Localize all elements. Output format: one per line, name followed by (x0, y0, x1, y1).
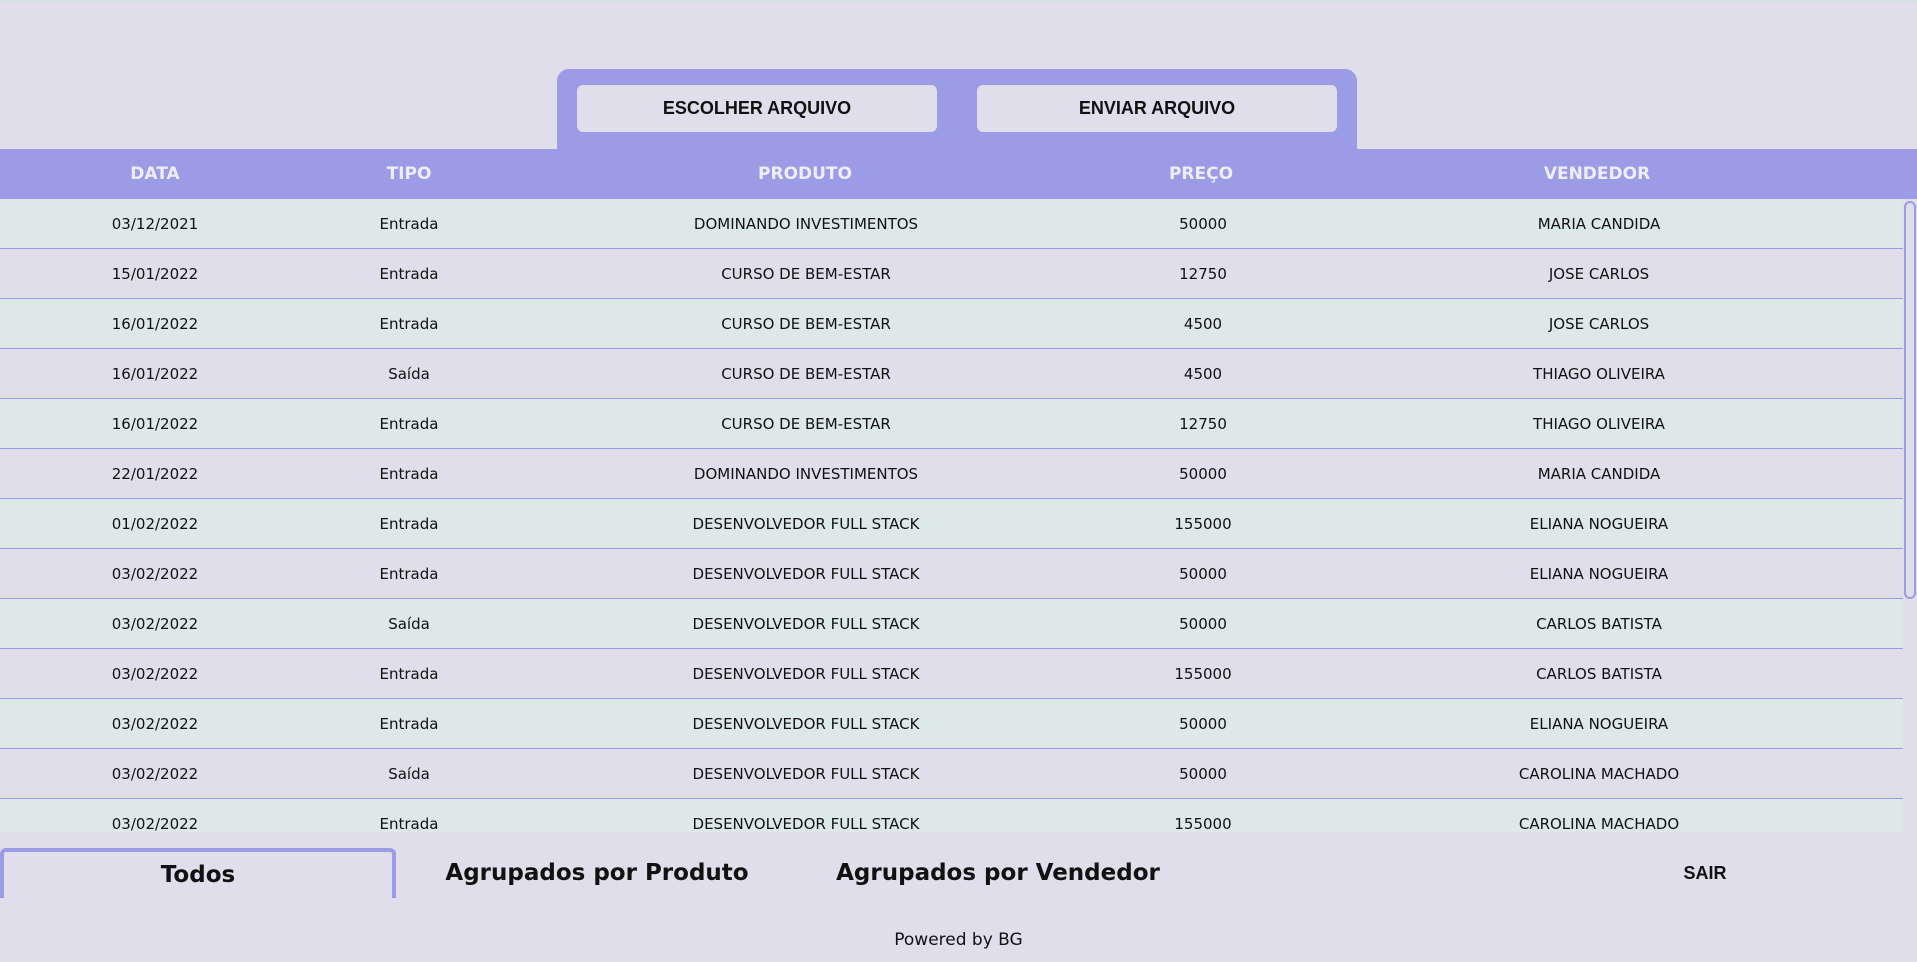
column-header-preco[interactable]: PREÇO (1169, 149, 1233, 199)
cell-tipo: Entrada (379, 814, 439, 833)
cell-data: 16/01/2022 (111, 314, 199, 333)
table-row[interactable]: 03/12/2021 Entrada DOMINANDO INVESTIMENTOS… (0, 199, 1903, 249)
table-row[interactable]: 16/01/2022 Entrada CURSO DE BEM-ESTAR 4500 J… (0, 299, 1903, 349)
cell-produto: DESENVOLVEDOR FULL STACK (692, 564, 920, 583)
cell-vendedor: THIAGO OLIVEIRA (1533, 364, 1665, 383)
cell-preco: 50000 (1179, 614, 1227, 633)
cell-vendedor: CAROLINA MACHADO (1518, 814, 1680, 833)
cell-preco: 50000 (1179, 764, 1227, 783)
cell-preco: 50000 (1179, 214, 1227, 233)
cell-data: 03/02/2022 (111, 614, 199, 633)
table-header: DATA TIPO PRODUTO PREÇO VENDEDOR (0, 149, 1917, 199)
scrollbar-thumb[interactable] (1904, 201, 1916, 599)
cell-tipo: Entrada (379, 314, 439, 333)
table-row[interactable]: 03/02/2022 Entrada DESENVOLVEDOR FULL STAC… (0, 799, 1903, 832)
cell-tipo: Entrada (379, 464, 439, 483)
cell-preco: 155000 (1174, 514, 1232, 533)
cell-produto: CURSO DE BEM-ESTAR (721, 314, 891, 333)
cell-preco: 12750 (1179, 264, 1227, 283)
cell-produto: DOMINANDO INVESTIMENTOS (693, 214, 919, 233)
table-row[interactable]: 03/02/2022 Entrada DESENVOLVEDOR FULL STAC… (0, 649, 1903, 699)
cell-produto: DESENVOLVEDOR FULL STACK (692, 764, 920, 783)
cell-data: 22/01/2022 (111, 464, 199, 483)
cell-vendedor: ELIANA NOGUEIRA (1529, 714, 1669, 733)
cell-tipo: Saída (388, 614, 430, 633)
cell-vendedor: MARIA CANDIDA (1537, 464, 1661, 483)
cell-preco: 155000 (1174, 664, 1232, 683)
cell-data: 03/02/2022 (111, 714, 199, 733)
cell-produto: CURSO DE BEM-ESTAR (721, 414, 891, 433)
cell-produto: DOMINANDO INVESTIMENTOS (693, 464, 919, 483)
table-row[interactable]: 22/01/2022 Entrada DOMINANDO INVESTIMENTOS… (0, 449, 1903, 499)
cell-vendedor: JOSE CARLOS (1548, 264, 1650, 283)
cell-vendedor: JOSE CARLOS (1548, 314, 1650, 333)
table-row[interactable]: 03/02/2022 Entrada DESENVOLVEDOR FULL STAC… (0, 699, 1903, 749)
table-row[interactable]: 03/02/2022 Saída DESENVOLVEDOR FULL STACK 5… (0, 749, 1903, 799)
cell-data: 03/02/2022 (111, 764, 199, 783)
cell-preco: 155000 (1174, 814, 1232, 833)
cell-vendedor: CARLOS BATISTA (1536, 664, 1662, 683)
cell-preco: 50000 (1179, 564, 1227, 583)
cell-data: 16/01/2022 (111, 414, 199, 433)
cell-data: 03/02/2022 (111, 814, 199, 833)
cell-vendedor: ELIANA NOGUEIRA (1529, 564, 1669, 583)
cell-preco: 50000 (1179, 464, 1227, 483)
cell-preco: 50000 (1179, 714, 1227, 733)
cell-tipo: Entrada (379, 514, 439, 533)
cell-produto: CURSO DE BEM-ESTAR (721, 264, 891, 283)
cell-vendedor: ELIANA NOGUEIRA (1529, 514, 1669, 533)
table-row[interactable]: 16/01/2022 Saída CURSO DE BEM-ESTAR 4500 THI… (0, 349, 1903, 399)
cell-vendedor: MARIA CANDIDA (1537, 214, 1661, 233)
cell-preco: 12750 (1179, 414, 1227, 433)
cell-data: 01/02/2022 (111, 514, 199, 533)
column-header-data[interactable]: DATA (130, 149, 179, 199)
cell-tipo: Entrada (379, 714, 439, 733)
cell-vendedor: CAROLINA MACHADO (1518, 764, 1680, 783)
cell-produto: DESENVOLVEDOR FULL STACK (692, 514, 920, 533)
cell-data: 03/02/2022 (111, 564, 199, 583)
choose-file-button[interactable]: ESCOLHER ARQUIVO (577, 85, 937, 132)
cell-tipo: Saída (388, 364, 430, 383)
cell-vendedor: CARLOS BATISTA (1536, 614, 1662, 633)
cell-tipo: Saída (388, 764, 430, 783)
cell-data: 03/02/2022 (111, 664, 199, 683)
cell-tipo: Entrada (379, 664, 439, 683)
cell-data: 03/12/2021 (111, 214, 199, 233)
table-body[interactable]: 03/12/2021 Entrada DOMINANDO INVESTIMENTOS… (0, 199, 1903, 832)
cell-produto: DESENVOLVEDOR FULL STACK (692, 614, 920, 633)
send-file-button[interactable]: ENVIAR ARQUIVO (977, 85, 1337, 132)
cell-vendedor: THIAGO OLIVEIRA (1533, 414, 1665, 433)
logout-button[interactable]: SAIR (1640, 848, 1770, 898)
cell-tipo: Entrada (379, 564, 439, 583)
footer-credit: Powered by BG (894, 930, 1023, 950)
table-row[interactable]: 03/02/2022 Saída DESENVOLVEDOR FULL STACK 5… (0, 599, 1903, 649)
table-row[interactable]: 15/01/2022 Entrada CURSO DE BEM-ESTAR 12750… (0, 249, 1903, 299)
table-row[interactable]: 03/02/2022 Entrada DESENVOLVEDOR FULL STAC… (0, 549, 1903, 599)
upload-panel: ESCOLHER ARQUIVO ENVIAR ARQUIVO (557, 69, 1357, 159)
column-header-produto[interactable]: PRODUTO (758, 149, 852, 199)
tab-todos[interactable]: Todos (0, 848, 396, 898)
tab-agrupados-por-vendedor[interactable]: Agrupados por Vendedor (820, 848, 1176, 898)
column-header-tipo[interactable]: TIPO (387, 149, 432, 199)
cell-preco: 4500 (1183, 314, 1223, 333)
cell-tipo: Entrada (379, 264, 439, 283)
cell-tipo: Entrada (379, 214, 439, 233)
cell-produto: DESENVOLVEDOR FULL STACK (692, 714, 920, 733)
table-row[interactable]: 16/01/2022 Entrada CURSO DE BEM-ESTAR 12750… (0, 399, 1903, 449)
column-header-vendedor[interactable]: VENDEDOR (1544, 149, 1650, 199)
table-row[interactable]: 01/02/2022 Entrada DESENVOLVEDOR FULL STAC… (0, 499, 1903, 549)
cell-preco: 4500 (1183, 364, 1223, 383)
cell-data: 15/01/2022 (111, 264, 199, 283)
top-border (0, 0, 1917, 2)
cell-data: 16/01/2022 (111, 364, 199, 383)
cell-produto: CURSO DE BEM-ESTAR (721, 364, 891, 383)
cell-tipo: Entrada (379, 414, 439, 433)
cell-produto: DESENVOLVEDOR FULL STACK (692, 814, 920, 833)
table-scrollbar[interactable] (1903, 199, 1917, 599)
cell-produto: DESENVOLVEDOR FULL STACK (692, 664, 920, 683)
tab-agrupados-por-produto[interactable]: Agrupados por Produto (410, 848, 784, 898)
